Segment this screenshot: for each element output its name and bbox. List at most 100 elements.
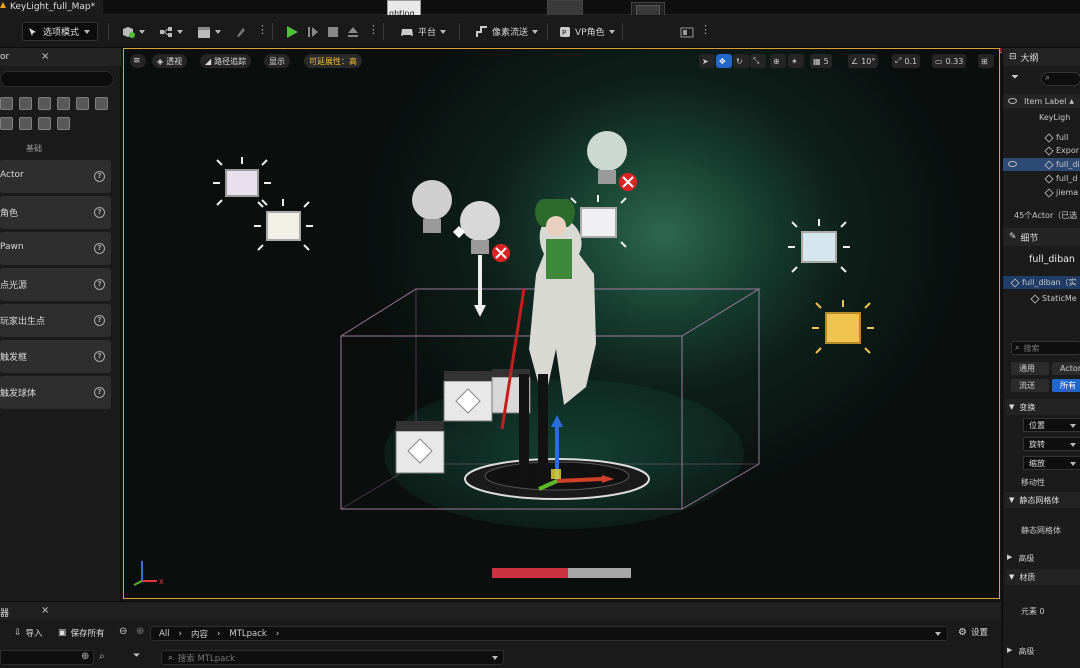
basic-icon[interactable]	[19, 117, 32, 130]
more-options-icon[interactable]: ⋮	[257, 24, 268, 35]
search-icon[interactable]: ⌕	[99, 651, 105, 662]
visibility-icon[interactable]	[1008, 161, 1017, 167]
breadcrumb-item[interactable]: MTLpack	[229, 629, 266, 639]
settings-button[interactable]: ⚙ 设置	[958, 626, 988, 639]
back-icon[interactable]: ⊖	[119, 626, 127, 637]
outliner-row[interactable]: jiema	[1003, 186, 1080, 199]
chevron-down-icon[interactable]	[492, 655, 498, 660]
settings-label: 设置	[970, 628, 988, 638]
close-icon[interactable]: ×	[41, 51, 49, 62]
advanced-row[interactable]: ▶ 高级	[1007, 646, 1034, 657]
shape-icon[interactable]	[19, 97, 32, 110]
chevron-right-icon: ▶	[1007, 646, 1013, 654]
help-icon[interactable]: ?	[94, 387, 105, 398]
volume-icon[interactable]	[76, 97, 89, 110]
location-dropdown[interactable]: 位置	[1023, 418, 1080, 432]
outliner-column-header[interactable]: Item Label ▲	[1003, 94, 1080, 108]
scale-dropdown[interactable]: 缩放	[1023, 456, 1080, 470]
cinematics-button[interactable]	[193, 21, 225, 42]
help-icon[interactable]: ?	[94, 243, 105, 254]
chevron-down-icon[interactable]	[935, 631, 941, 636]
place-actor-item[interactable]: Actor ?	[0, 160, 111, 193]
component-root[interactable]: full_diban（实	[1003, 276, 1080, 289]
place-actor-item[interactable]: 触发框 ?	[0, 340, 111, 373]
favorites-icon[interactable]	[57, 117, 70, 130]
rotation-dropdown[interactable]: 旋转	[1023, 437, 1080, 451]
outliner-row[interactable]: full	[1003, 131, 1080, 144]
outliner-title: 大纲	[1020, 53, 1039, 64]
play-button[interactable]	[280, 21, 304, 42]
forward-icon[interactable]: ⊕	[136, 626, 144, 637]
filter-streaming[interactable]: 流送	[1011, 379, 1049, 392]
all-classes-icon[interactable]	[95, 97, 108, 110]
step-button[interactable]	[302, 21, 324, 42]
filter-all[interactable]: 所有	[1052, 379, 1080, 392]
save-all-button[interactable]: ▣ 保存所有	[58, 627, 105, 639]
geometry-icon[interactable]	[0, 117, 13, 130]
filter-label: Actor	[1060, 364, 1080, 373]
actor-icon	[1044, 145, 1054, 156]
add-content-button[interactable]	[117, 21, 149, 42]
chevron-right-icon: ›	[178, 628, 182, 639]
stop-button[interactable]	[322, 21, 344, 42]
close-icon[interactable]: ×	[41, 605, 49, 616]
details-title: 细节	[1020, 233, 1039, 244]
selection-mode-button[interactable]: 选项模式	[22, 22, 98, 41]
static-mesh-icon	[1044, 173, 1054, 184]
blueprint-button[interactable]	[155, 21, 187, 42]
play-options-icon[interactable]: ⋮	[368, 24, 379, 35]
search-input[interactable]	[0, 71, 114, 87]
breadcrumb-item[interactable]: All	[159, 629, 170, 639]
pixel-streaming-button[interactable]: 像素流送	[472, 21, 542, 42]
outliner-row[interactable]: full_d	[1003, 172, 1080, 185]
materials-section[interactable]: ▼ 材质	[1005, 569, 1080, 585]
place-actor-item[interactable]: 角色 ?	[0, 196, 111, 229]
outliner-search-input[interactable]: ⌕	[1041, 72, 1080, 86]
outliner-row[interactable]: KeyLigh	[1003, 111, 1080, 124]
help-icon[interactable]: ?	[94, 207, 105, 218]
recent-icon[interactable]	[38, 117, 51, 130]
outliner-row-selected[interactable]: full_di	[1003, 158, 1080, 171]
sources-search-input[interactable]	[0, 650, 94, 665]
settings-toolbar-button[interactable]	[676, 21, 698, 42]
platforms-button[interactable]: 平台	[396, 21, 450, 42]
level-viewport[interactable]: ≡ ◈ 透视 ◢ 路径追踪 显示 可延展性：高 ➤ ✥ ↻ ⤡ ⊕ ✶ ▦ 5 …	[123, 48, 1000, 599]
filter-icon[interactable]: ⏷	[133, 651, 140, 661]
component-child[interactable]: StaticMe	[1003, 292, 1080, 305]
breadcrumb-item[interactable]: 内容	[191, 628, 208, 640]
import-label: 导入	[25, 629, 43, 639]
filter-actor[interactable]: Actor	[1052, 362, 1080, 375]
pixel-streaming-label: 像素流送	[492, 28, 529, 38]
search-icon: ⌕	[168, 652, 173, 663]
eject-button[interactable]	[342, 21, 364, 42]
cinematic-icon[interactable]	[38, 97, 51, 110]
modes-button[interactable]	[230, 21, 252, 42]
place-actor-item[interactable]: Pawn ?	[0, 232, 111, 265]
help-icon[interactable]: ?	[94, 315, 105, 326]
advanced-row[interactable]: ▶ 高级	[1007, 553, 1034, 564]
static-mesh-section[interactable]: ▼ 静态网格体	[1005, 492, 1080, 508]
vp-role-button[interactable]: P VP角色	[555, 21, 619, 42]
place-actor-item[interactable]: 玩家出生点 ?	[0, 304, 111, 337]
more-options-icon[interactable]: ⋮	[700, 24, 711, 35]
lightbulb-icon[interactable]	[0, 97, 13, 110]
add-icon[interactable]: ⊕	[81, 651, 89, 662]
outliner-filter-button[interactable]: ⏷	[1011, 72, 1019, 83]
import-button[interactable]: ⇩ 导入	[14, 627, 43, 639]
help-icon[interactable]: ?	[94, 279, 105, 290]
place-actor-item[interactable]: 点光源 ?	[0, 268, 111, 301]
outliner-row[interactable]: Expor	[1003, 144, 1080, 157]
asset-search-input[interactable]: ⌕ 搜索 MTLpack	[161, 650, 504, 665]
item-label: 触发框	[0, 353, 28, 363]
level-tab[interactable]: KeyLight_full_Map*	[0, 0, 104, 15]
place-actor-item[interactable]: 触发球体 ?	[0, 376, 111, 409]
visual-effects-icon[interactable]	[57, 97, 70, 110]
help-icon[interactable]: ?	[94, 351, 105, 362]
help-icon[interactable]: ?	[94, 171, 105, 182]
filter-general[interactable]: 通用	[1011, 362, 1049, 375]
details-search-input[interactable]: ⌕ 搜索	[1011, 341, 1080, 355]
static-mesh-icon	[1044, 159, 1054, 170]
chevron-down-icon	[1070, 462, 1076, 466]
transform-section[interactable]: ▼ 变换	[1005, 399, 1080, 415]
path-breadcrumb[interactable]: All › 内容 › MTLpack ›	[150, 626, 948, 641]
